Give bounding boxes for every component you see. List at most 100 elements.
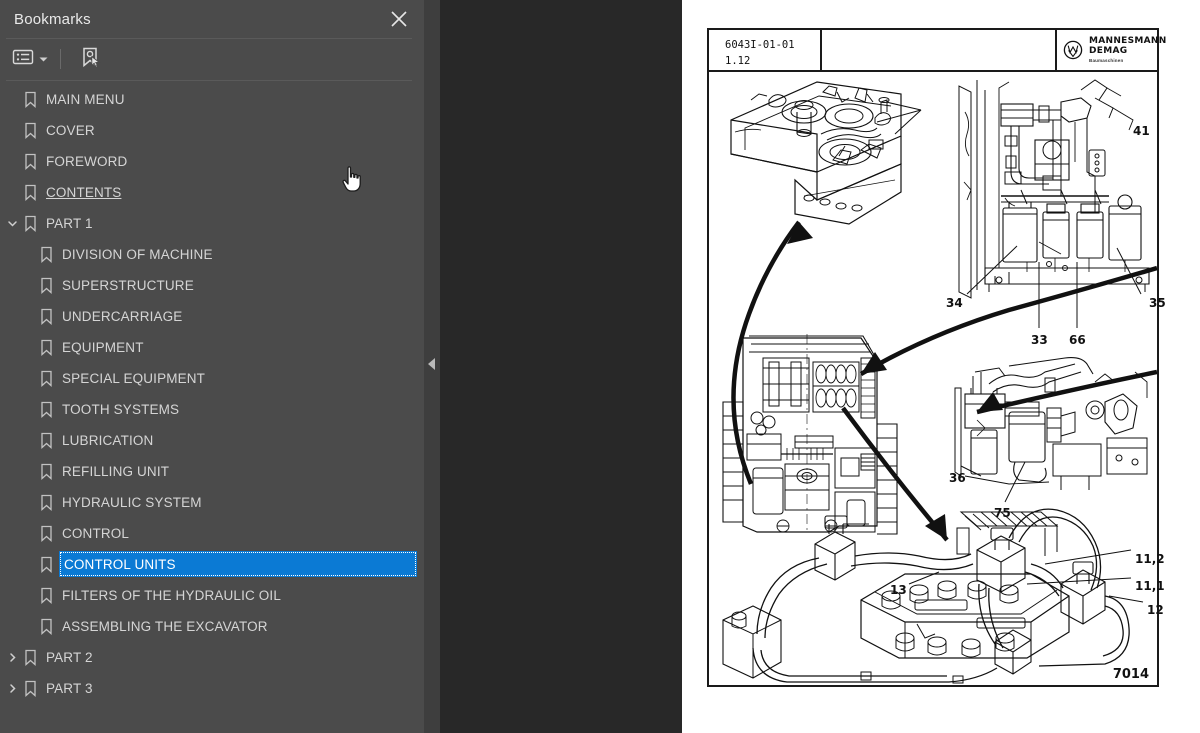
bookmark-label: SUPERSTRUCTURE — [62, 278, 194, 293]
bookmark-label: ASSEMBLING THE EXCAVATOR — [62, 619, 268, 634]
bookmark-label: PART 2 — [46, 650, 93, 665]
bookmark-icon — [38, 277, 55, 294]
toolbar-divider — [6, 80, 412, 81]
bookmark-tree[interactable]: MAIN MENU COVER FOREWORD CONTENTS PART 1 DIVI… — [0, 84, 424, 733]
logo-line-2: DEMAG — [1089, 46, 1128, 56]
pdf-viewer-area: 6043I-01-01 1.12 MANNESMANN DEMAG Baumas… — [440, 0, 1200, 733]
filter-bank-assembly — [958, 79, 1150, 299]
bookmark-item-lubrication[interactable]: LUBRICATION — [0, 425, 424, 456]
callout-12: 12 — [1147, 603, 1164, 617]
technical-drawing: 41 34 35 33 66 36 75 13 11,2 11,1 12 — [709, 72, 1166, 687]
bookmark-item-equipment[interactable]: EQUIPMENT — [0, 332, 424, 363]
bookmark-label: REFILLING UNIT — [62, 464, 170, 479]
callout-36: 36 — [949, 471, 966, 485]
bookmark-item-part-3[interactable]: PART 3 — [0, 673, 424, 704]
bookmark-icon — [38, 494, 55, 511]
bookmark-item-part-2[interactable]: PART 2 — [0, 642, 424, 673]
bookmark-label: CONTROL — [62, 526, 130, 541]
bookmark-item-tooth-systems[interactable]: TOOTH SYSTEMS — [0, 394, 424, 425]
list-options-icon — [12, 48, 34, 71]
bookmark-item-main-menu[interactable]: MAIN MENU — [0, 84, 424, 115]
bookmark-item-control[interactable]: CONTROL — [0, 518, 424, 549]
logo-wordmark: MANNESMANN DEMAG Baumaschinen — [1089, 37, 1167, 63]
chevron-right-icon[interactable] — [4, 642, 20, 673]
bookmarks-toolbar — [0, 39, 424, 79]
pdf-page: 6043I-01-01 1.12 MANNESMANN DEMAG Baumas… — [682, 0, 1200, 733]
bookmark-options-button[interactable] — [8, 45, 52, 73]
bookmark-label: EQUIPMENT — [62, 340, 144, 355]
chevron-down-icon[interactable] — [4, 208, 20, 239]
logo-line-3: Baumaschinen — [1089, 57, 1124, 63]
bookmark-item-contents[interactable]: CONTENTS — [0, 177, 424, 208]
close-icon[interactable] — [388, 8, 410, 30]
bookmark-item-part-1[interactable]: PART 1 — [0, 208, 424, 239]
callout-66: 66 — [1069, 333, 1086, 347]
callout-41-leaders — [876, 101, 922, 135]
bookmark-icon — [38, 308, 55, 325]
drawing-code: 6043I-01-01 — [725, 38, 795, 51]
bookmark-label: PART 3 — [46, 681, 93, 696]
chevron-right-icon[interactable] — [4, 673, 20, 704]
flow-arrows — [731, 220, 1158, 542]
control-unit-assembly — [730, 81, 902, 225]
bookmark-item-assembling-the-excavator[interactable]: ASSEMBLING THE EXCAVATOR — [0, 611, 424, 642]
panel-collapse-handle[interactable] — [424, 0, 440, 733]
drawing-section: 1.12 — [725, 54, 751, 67]
panel-title: Bookmarks — [14, 10, 91, 28]
bookmark-label: CONTENTS — [46, 185, 122, 200]
bookmark-item-refilling-unit[interactable]: REFILLING UNIT — [0, 456, 424, 487]
collapse-left-arrow-icon — [428, 358, 435, 370]
bookmark-icon — [38, 525, 55, 542]
bookmark-icon — [38, 556, 55, 573]
bookmark-label: FILTERS OF THE HYDRAULIC OIL — [62, 588, 281, 603]
bookmark-item-special-equipment[interactable]: SPECIAL EQUIPMENT — [0, 363, 424, 394]
callout-41: 41 — [1133, 124, 1150, 138]
pump-detail-assembly — [954, 357, 1148, 490]
bookmark-label: LUBRICATION — [62, 433, 154, 448]
bookmark-item-division-of-machine[interactable]: DIVISION OF MACHINE — [0, 239, 424, 270]
bookmark-item-foreword[interactable]: FOREWORD — [0, 146, 424, 177]
bookmark-icon — [38, 587, 55, 604]
bookmark-label: UNDERCARRIAGE — [62, 309, 183, 324]
callout-75: 75 — [994, 506, 1011, 520]
bookmark-item-filters-of-the-hydraulic-oil[interactable]: FILTERS OF THE HYDRAULIC OIL — [0, 580, 424, 611]
bookmark-icon — [38, 370, 55, 387]
bookmarks-panel: Bookmarks MAIN MENU COVER FOREWORD CONTE… — [0, 0, 424, 733]
figure-number: 7014 — [1112, 667, 1149, 682]
bookmark-label: PART 1 — [46, 216, 93, 231]
callout-34: 34 — [946, 296, 963, 310]
bookmark-icon — [22, 184, 39, 201]
bookmark-label: COVER — [46, 123, 95, 138]
bookmark-label: FOREWORD — [46, 154, 128, 169]
title-block-middle-cell — [822, 30, 1057, 70]
bookmark-item-control-units[interactable]: CONTROL UNITS — [0, 549, 424, 580]
bookmark-icon — [38, 618, 55, 635]
toolbar-separator — [60, 49, 61, 69]
pdf-reader-window: Bookmarks MAIN MENU COVER FOREWORD CONTE… — [0, 0, 1200, 733]
new-bookmark-button[interactable] — [73, 45, 107, 73]
drawing-frame: 6043I-01-01 1.12 MANNESMANN DEMAG Baumas… — [707, 28, 1166, 687]
callout-11-1: 11,1 — [1135, 579, 1165, 593]
logo-line-1: MANNESMANN — [1089, 36, 1167, 46]
drawing-svg — [722, 79, 1158, 684]
bookmark-icon — [38, 401, 55, 418]
callout-13: 13 — [890, 583, 907, 597]
callout-11-2: 11,2 — [1135, 552, 1165, 566]
bookmark-item-superstructure[interactable]: SUPERSTRUCTURE — [0, 270, 424, 301]
callout-35: 35 — [1149, 296, 1166, 310]
mannesmann-demag-logo-icon — [1063, 40, 1083, 60]
bookmarks-panel-header: Bookmarks — [0, 0, 424, 38]
bookmark-icon — [22, 215, 39, 232]
bookmark-icon — [22, 122, 39, 139]
bookmark-label: DIVISION OF MACHINE — [62, 247, 213, 262]
bookmark-item-undercarriage[interactable]: UNDERCARRIAGE — [0, 301, 424, 332]
title-block-code-cell: 6043I-01-01 1.12 — [709, 30, 822, 70]
bookmark-icon — [38, 463, 55, 480]
bookmark-label: TOOTH SYSTEMS — [62, 402, 180, 417]
bookmark-item-cover[interactable]: COVER — [0, 115, 424, 146]
bookmark-label: HYDRAULIC SYSTEM — [62, 495, 202, 510]
bookmark-icon — [38, 432, 55, 449]
chevron-down-icon — [39, 50, 48, 68]
bookmark-item-hydraulic-system[interactable]: HYDRAULIC SYSTEM — [0, 487, 424, 518]
bookmark-icon — [22, 91, 39, 108]
